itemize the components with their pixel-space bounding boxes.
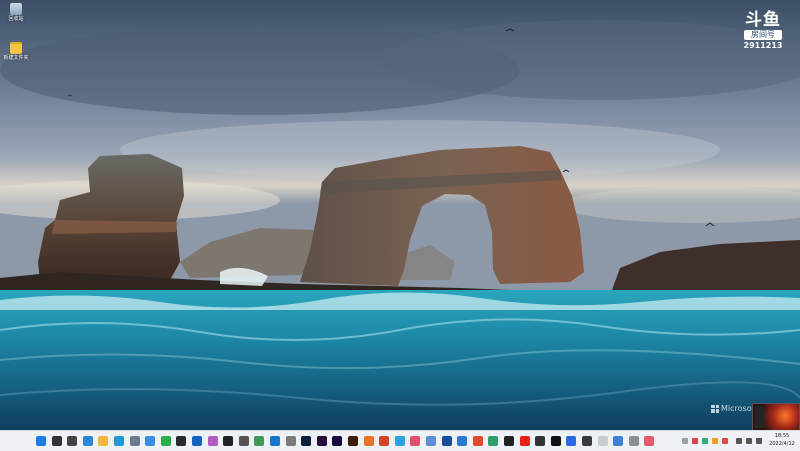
battery-icon[interactable]: [756, 438, 762, 444]
room-label: 房间号: [744, 30, 782, 40]
app-blue2-icon[interactable]: [566, 436, 577, 446]
edge-icon[interactable]: [114, 436, 124, 446]
network-icon[interactable]: [457, 436, 468, 446]
photoshop-icon[interactable]: [301, 436, 312, 446]
app-blue-icon[interactable]: [426, 436, 436, 446]
app-navy-icon[interactable]: [441, 436, 452, 446]
tray-app-icon[interactable]: [702, 438, 708, 444]
app-green-icon[interactable]: [488, 436, 499, 446]
calendar-icon[interactable]: [613, 436, 624, 446]
youtube-icon[interactable]: [519, 436, 530, 446]
recycle-bin-desktop-icon[interactable]: 回收站: [3, 3, 29, 22]
speaker-icon[interactable]: [746, 438, 752, 444]
illustrator-icon[interactable]: [348, 436, 358, 446]
tray-app-icon[interactable]: [712, 438, 718, 444]
after-effects-icon[interactable]: [332, 436, 343, 446]
photos-icon[interactable]: [145, 436, 156, 446]
wechat-icon[interactable]: [160, 436, 171, 446]
tray-clock[interactable]: 18:55 2022/4/12: [765, 432, 799, 448]
premiere-icon[interactable]: [316, 436, 327, 446]
chevron-up-icon[interactable]: [682, 438, 688, 444]
start-icon[interactable]: [36, 436, 46, 446]
security-icon[interactable]: [176, 436, 187, 446]
media-icon[interactable]: [363, 436, 374, 446]
microsoft-logo-icon: [711, 404, 719, 413]
app-red-icon[interactable]: [410, 436, 421, 446]
chrome-icon[interactable]: [472, 436, 483, 446]
room-number: 2911213: [743, 41, 783, 50]
webcam-preview-thumbnail: [752, 403, 800, 430]
folder-desktop-icon[interactable]: 新建文件夹: [3, 40, 29, 61]
desktop-wallpaper: 回收站 新建文件夹 斗鱼 房间号 2911213 Microsoft: [0, 0, 800, 430]
obs-icon[interactable]: [582, 436, 592, 446]
stream-brand: 斗鱼: [745, 10, 781, 30]
store-icon[interactable]: [270, 436, 280, 446]
app-grey-icon[interactable]: [628, 436, 639, 446]
office-icon[interactable]: [379, 436, 390, 446]
mail-icon[interactable]: [192, 436, 202, 446]
folder-label: 新建文件夹: [3, 55, 29, 61]
app-icon[interactable]: [285, 436, 296, 446]
taskbar: 18:55 2022/4/12: [0, 430, 800, 451]
stream-room-logo: 斗鱼 房间号 2911213: [740, 10, 786, 51]
notepad-icon[interactable]: [254, 436, 265, 446]
wifi-icon[interactable]: [736, 438, 742, 444]
task-view-icon[interactable]: [67, 436, 78, 446]
folder-icon: [10, 42, 22, 54]
qq-icon[interactable]: [223, 436, 234, 446]
recycle-bin-icon: [10, 3, 22, 15]
terminal-icon[interactable]: [238, 436, 249, 446]
github-icon[interactable]: [504, 436, 514, 446]
app-dark-icon[interactable]: [535, 436, 546, 446]
tray-time: 18:55: [774, 433, 790, 439]
settings-icon[interactable]: [129, 436, 140, 446]
app-pink-icon[interactable]: [644, 436, 655, 446]
tray-date: 2022/4/12: [769, 441, 795, 447]
widgets-icon[interactable]: [82, 436, 93, 446]
preview-sidebar: [755, 406, 765, 428]
search-icon[interactable]: [51, 436, 62, 446]
capcut-icon[interactable]: [550, 436, 561, 446]
file-explorer-icon[interactable]: [98, 436, 109, 446]
wallpaper-image: [0, 0, 800, 430]
microsoft-watermark: Microsoft: [711, 404, 757, 413]
tray-app-icon[interactable]: [722, 438, 728, 444]
recycle-bin-label: 回收站: [8, 16, 24, 22]
tray-app-icon[interactable]: [692, 438, 698, 444]
browser-icon[interactable]: [394, 436, 405, 446]
translator-icon[interactable]: [207, 436, 218, 446]
app-light-icon[interactable]: [597, 436, 608, 446]
